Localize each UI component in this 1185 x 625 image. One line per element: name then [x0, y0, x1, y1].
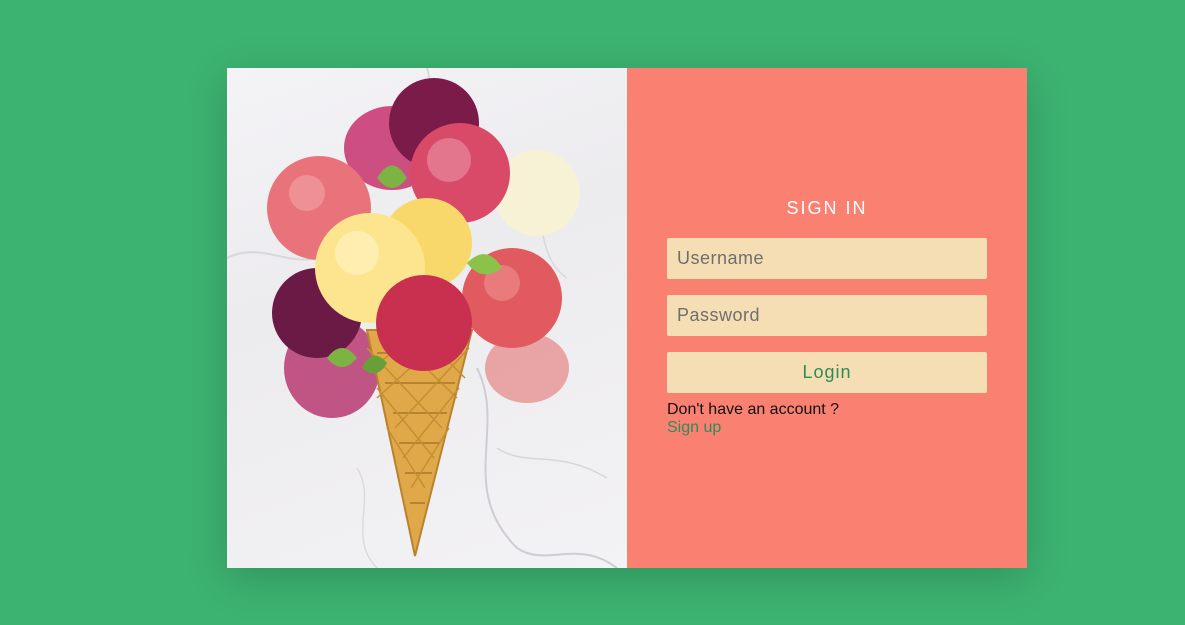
ice-cream-illustration [227, 68, 618, 568]
form-title: SIGN IN [786, 198, 868, 218]
login-form-panel: SIGN IN Login Don't have an account ? Si… [627, 68, 1027, 568]
signup-link[interactable]: Sign up [667, 419, 721, 437]
no-account-text: Don't have an account ? [667, 401, 840, 418]
login-button[interactable]: Login [667, 352, 987, 393]
password-input[interactable] [667, 295, 987, 336]
login-card: SIGN IN Login Don't have an account ? Si… [227, 68, 1027, 568]
username-input[interactable] [667, 238, 987, 279]
ice-cream-image [227, 68, 627, 568]
